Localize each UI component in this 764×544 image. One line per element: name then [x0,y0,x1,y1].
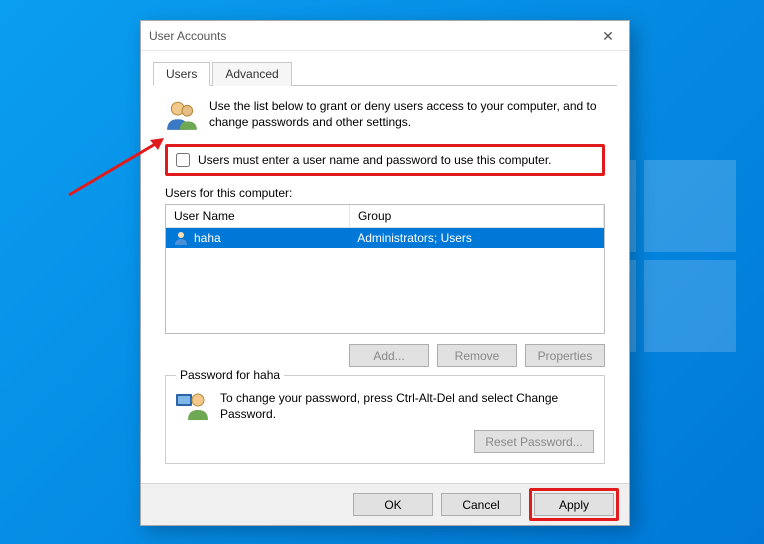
password-instruction-text: To change your password, press Ctrl-Alt-… [220,390,594,422]
tab-users[interactable]: Users [153,62,210,86]
password-user-icon [176,390,210,420]
remove-button[interactable]: Remove [437,344,517,367]
password-group-title: Password for haha [176,368,284,382]
users-icon [165,98,199,132]
require-login-label: Users must enter a user name and passwor… [198,153,552,167]
column-username[interactable]: User Name [166,205,350,227]
intro-text: Use the list below to grant or deny user… [209,98,605,132]
column-group[interactable]: Group [350,205,604,227]
require-login-checkbox[interactable] [176,153,190,167]
window-title: User Accounts [149,29,595,43]
cancel-button[interactable]: Cancel [441,493,521,516]
reset-password-button[interactable]: Reset Password... [474,430,594,453]
user-buttons-row: Add... Remove Properties [165,344,605,367]
user-icon [174,231,188,245]
require-login-checkbox-row[interactable]: Users must enter a user name and passwor… [165,144,605,176]
table-row[interactable]: haha Administrators; Users [166,228,604,248]
properties-button[interactable]: Properties [525,344,605,367]
tab-page-users: Use the list below to grant or deny user… [153,86,617,477]
ok-button[interactable]: OK [353,493,433,516]
listview-header: User Name Group [166,205,604,228]
titlebar: User Accounts ✕ [141,21,629,51]
users-listview[interactable]: User Name Group haha Administrators; Use… [165,204,605,334]
apply-button[interactable]: Apply [534,493,614,516]
users-list-label: Users for this computer: [165,186,605,200]
tab-advanced[interactable]: Advanced [212,62,291,86]
dialog-footer: OK Cancel Apply [141,483,629,525]
cell-group: Administrators; Users [357,231,596,245]
intro-row: Use the list below to grant or deny user… [159,96,611,138]
close-icon[interactable]: ✕ [595,29,621,43]
apply-highlight: Apply [529,488,619,521]
add-button[interactable]: Add... [349,344,429,367]
tabstrip: Users Advanced [153,61,617,86]
cell-username: haha [194,231,351,245]
user-accounts-dialog: User Accounts ✕ Users Advanced Use the l… [140,20,630,526]
password-group: Password for haha To change your passwor… [165,375,605,464]
